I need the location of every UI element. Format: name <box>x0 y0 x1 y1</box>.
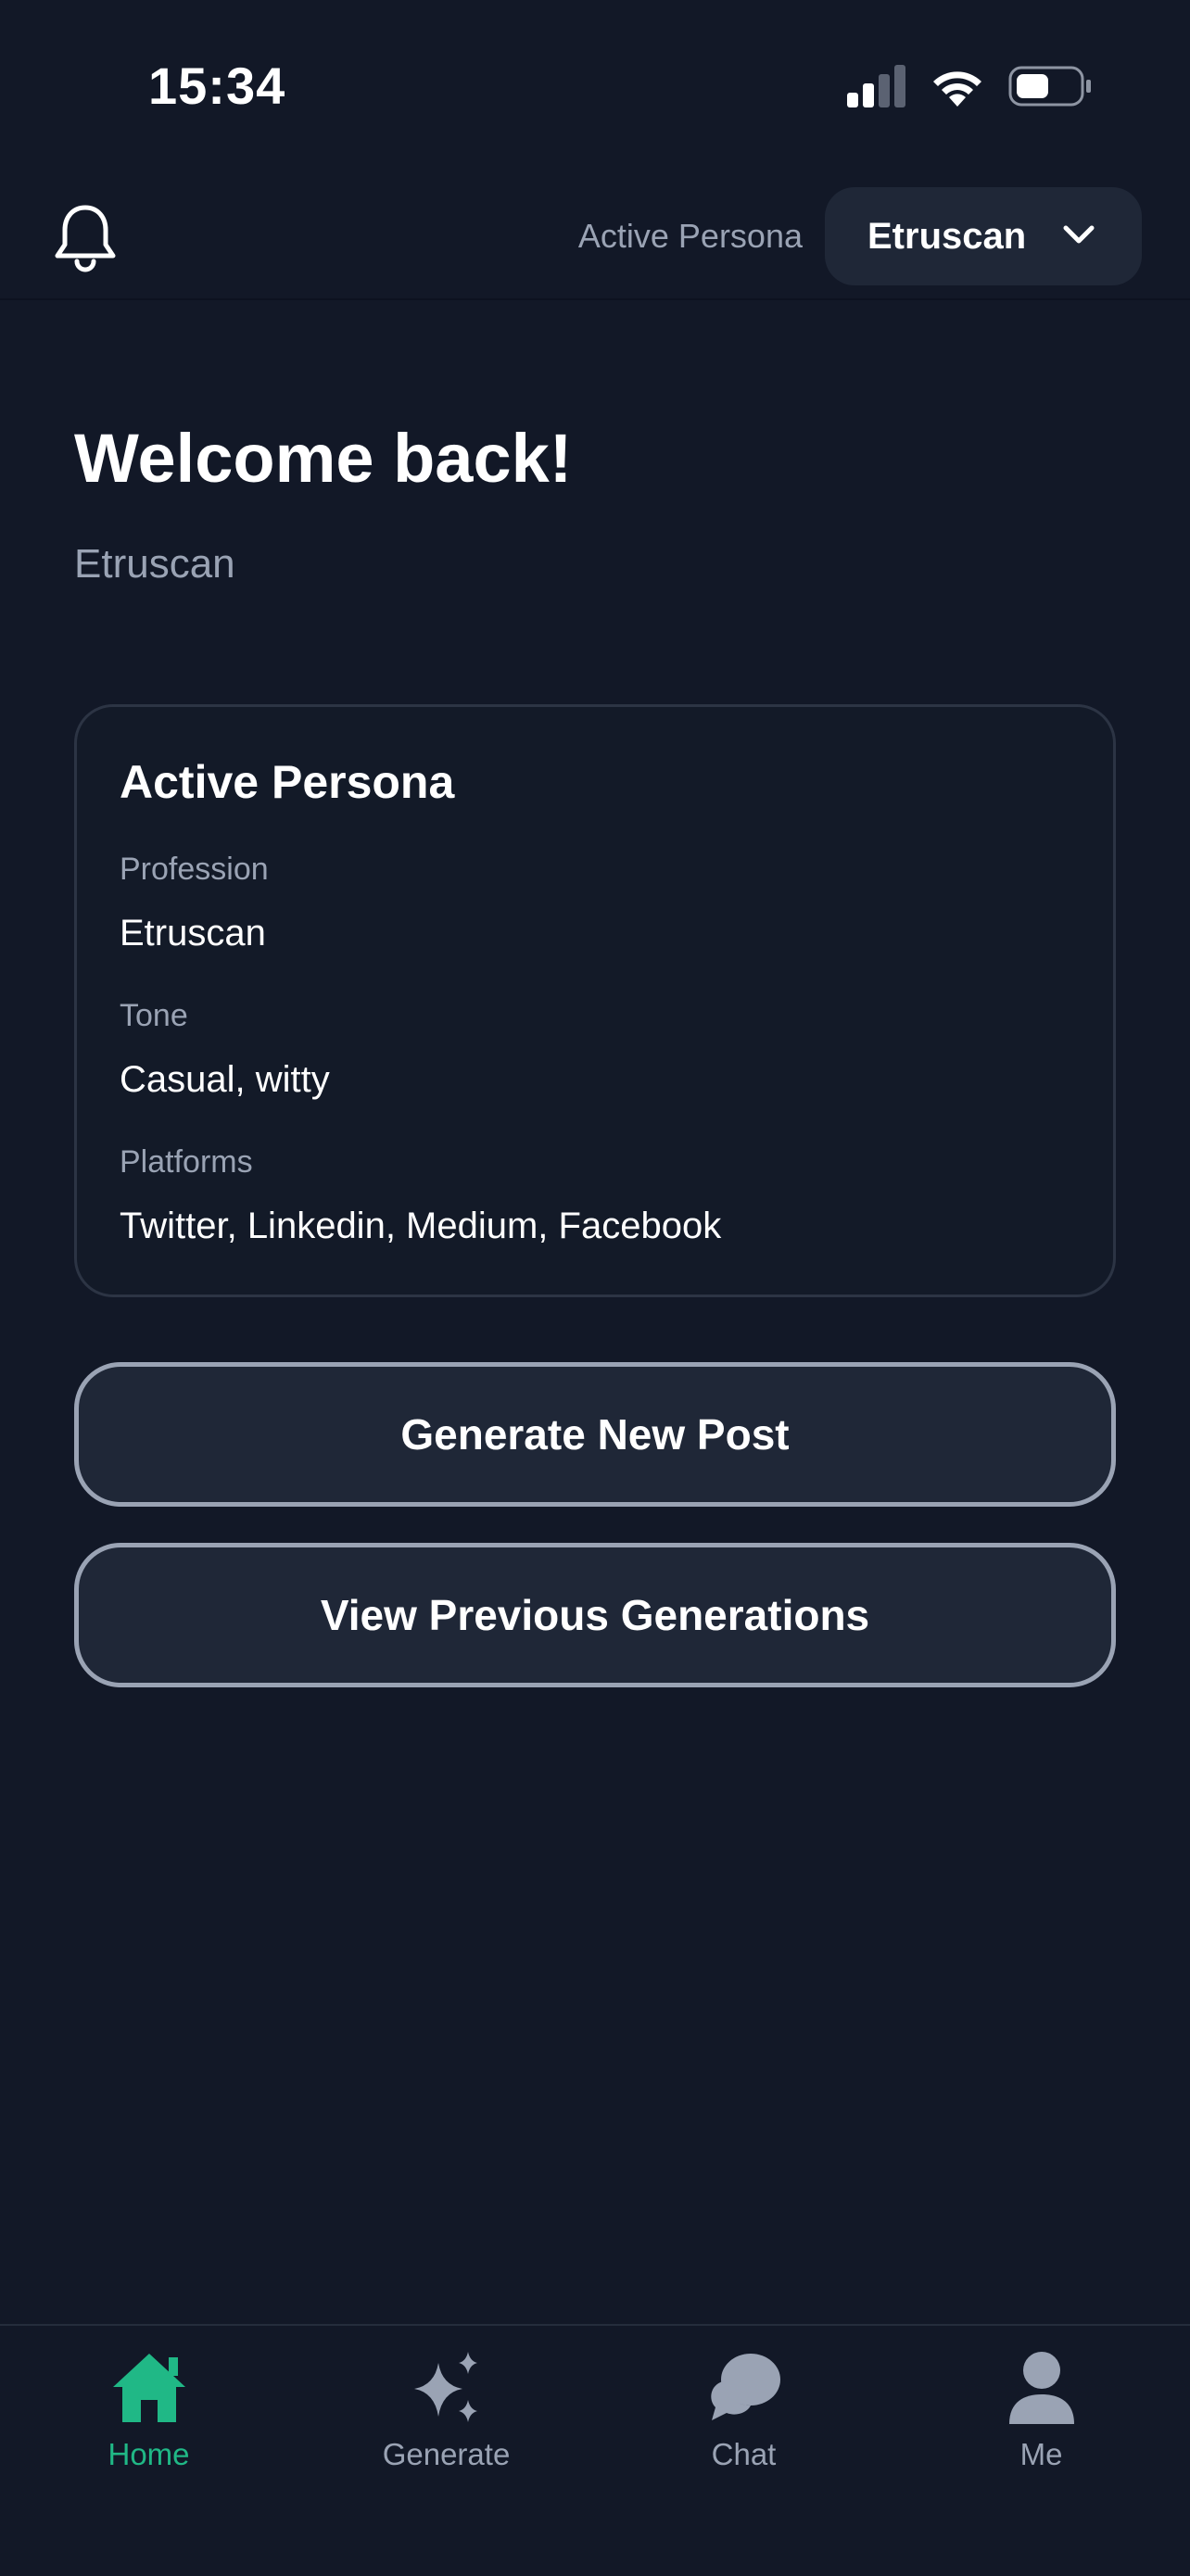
profession-value: Etruscan <box>120 913 266 953</box>
tab-chat-label: Chat <box>711 2437 777 2471</box>
profession-label: Profession <box>120 852 269 887</box>
welcome-subtitle: Etruscan <box>74 541 235 587</box>
platforms-label: Platforms <box>120 1144 253 1180</box>
tone-label: Tone <box>120 998 188 1033</box>
generate-new-post-button[interactable]: Generate New Post <box>74 1362 1116 1507</box>
bottom-tab-bar: Home Generate Chat Me <box>0 2324 1190 2576</box>
tab-generate-label: Generate <box>382 2437 511 2471</box>
tab-me-label: Me <box>1019 2437 1063 2471</box>
tab-home[interactable]: Home <box>0 2326 298 2511</box>
status-icons <box>847 65 1092 107</box>
tone-value: Casual, witty <box>120 1059 330 1100</box>
bell-icon[interactable] <box>52 202 119 272</box>
wifi-icon <box>933 71 981 107</box>
sparkles-icon <box>413 2352 477 2422</box>
active-persona-card: Active Persona Profession Etruscan Tone … <box>74 704 1116 1297</box>
home-icon <box>112 2354 185 2422</box>
tab-me[interactable]: Me <box>892 2326 1190 2511</box>
persona-dropdown[interactable]: Etruscan <box>825 187 1142 285</box>
platforms-value: Twitter, Linkedin, Medium, Facebook <box>120 1206 722 1246</box>
view-previous-generations-button[interactable]: View Previous Generations <box>74 1543 1116 1687</box>
persona-dropdown-value: Etruscan <box>867 215 1027 257</box>
tab-home-label: Home <box>108 2437 190 2471</box>
active-persona-label: Active Persona <box>577 217 803 255</box>
cellular-signal-icon <box>847 65 905 107</box>
battery-icon <box>1008 66 1091 107</box>
chat-bubbles-icon <box>710 2354 780 2420</box>
welcome-title: Welcome back! <box>74 420 573 497</box>
status-bar: 15:34 <box>0 0 1190 176</box>
user-icon <box>1008 2352 1074 2424</box>
status-time: 15:34 <box>148 57 286 115</box>
tab-generate[interactable]: Generate <box>298 2326 595 2511</box>
chevron-down-icon <box>1063 225 1095 244</box>
card-title: Active Persona <box>120 756 455 808</box>
tab-chat[interactable]: Chat <box>595 2326 892 2511</box>
top-header: Active Persona Etruscan <box>0 176 1190 300</box>
